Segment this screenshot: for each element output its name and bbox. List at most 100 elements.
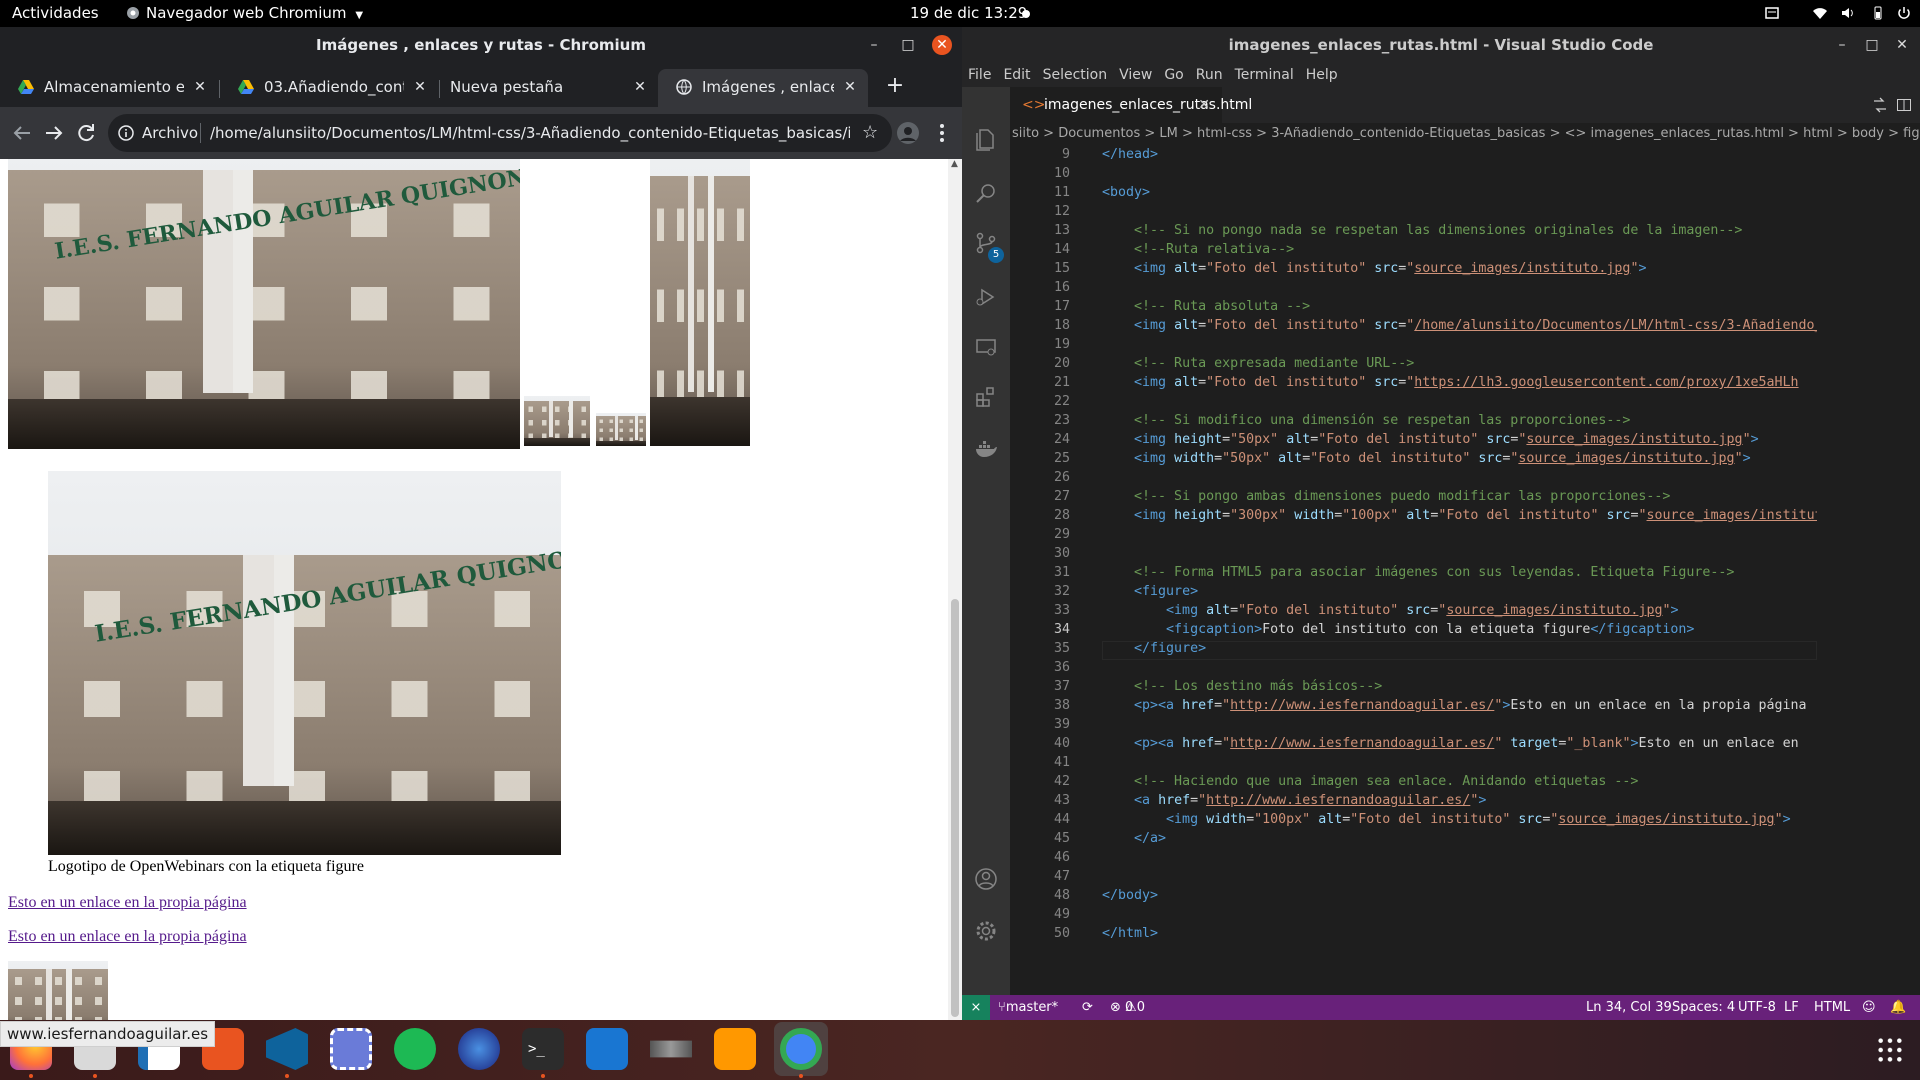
line-ending[interactable]: LF xyxy=(1784,995,1799,1020)
code-editor[interactable]: 9 </head> 10 11 <body> 12 13 <!-- Si no pongo … xyxy=(1010,145,1920,995)
vscode-title-bar[interactable]: imagenes_enlaces_rutas.html - Visual Stu… xyxy=(962,27,1920,63)
maximize-button[interactable]: □ xyxy=(898,35,918,55)
menu-run[interactable]: Run xyxy=(1190,63,1229,87)
run-debug-icon[interactable] xyxy=(974,285,998,309)
monitor-icon[interactable] xyxy=(586,1028,628,1070)
menu-help[interactable]: Help xyxy=(1300,63,1344,87)
menu-terminal[interactable]: Terminal xyxy=(1229,63,1300,87)
code-token: <!-- Si modifico una dimensión se respet… xyxy=(1134,413,1631,428)
code-token: Foto del instituto con la etiqueta figur… xyxy=(1262,622,1591,637)
sublime-icon[interactable] xyxy=(714,1028,756,1070)
menu-view[interactable]: View xyxy=(1113,63,1158,87)
show-applications-icon[interactable] xyxy=(1876,1036,1904,1064)
tab-imagenes-enlaces[interactable]: Imágenes , enlaces y r ✕ xyxy=(658,69,868,107)
browser-icon[interactable] xyxy=(458,1028,500,1070)
open-changes-icon[interactable] xyxy=(1872,97,1888,113)
vym-icon[interactable] xyxy=(650,1040,692,1058)
tab-nueva-pestana[interactable]: Nueva pestaña ✕ xyxy=(440,69,658,107)
tab-anadiendo[interactable]: 03.Añadiendo_conten ✕ xyxy=(220,69,438,107)
minimap[interactable] xyxy=(1868,145,1908,265)
menu-edit[interactable]: Edit xyxy=(997,63,1036,87)
terminal-icon[interactable]: >_ xyxy=(522,1028,564,1070)
breadcrumb[interactable]: siito > Documentos > LM > html-css > 3-A… xyxy=(1010,123,1920,145)
notifications-bell-icon[interactable]: 🔔 xyxy=(1890,995,1906,1020)
language-mode[interactable]: HTML xyxy=(1814,995,1850,1020)
cursor-position[interactable]: Ln 34, Col 39 xyxy=(1586,995,1672,1020)
close-tab-icon[interactable]: ✕ xyxy=(842,69,858,105)
address-bar[interactable]: Archivo /home/alunsiito/Documentos/LM/ht… xyxy=(108,114,892,152)
chromium-title-bar[interactable]: Imágenes , enlaces y rutas - Chromium xyxy=(0,27,962,63)
code-token: <img xyxy=(1134,508,1175,523)
close-tab-icon[interactable]: ✕ xyxy=(632,69,648,105)
back-icon[interactable] xyxy=(10,121,34,145)
sync-icon[interactable]: ⟳ xyxy=(1082,995,1093,1020)
new-tab-link[interactable]: Esto en un enlace en la propia página xyxy=(8,928,247,946)
page-scrollbar[interactable]: ▲ ▼ xyxy=(948,159,962,1047)
code-token: > xyxy=(1750,432,1759,447)
wifi-icon[interactable] xyxy=(1812,5,1828,21)
line-number: 29 xyxy=(1053,527,1070,542)
code-token: https://lh3.googleusercontent.com/proxy/… xyxy=(1414,375,1799,390)
indentation[interactable]: Spaces: 4 xyxy=(1672,995,1735,1020)
code-token: src xyxy=(1374,261,1399,276)
line-number: 11 xyxy=(1053,185,1070,200)
remote-indicator-icon[interactable]: ⨯ xyxy=(962,995,990,1020)
encoding[interactable]: UTF-8 xyxy=(1738,995,1776,1020)
chromium-icon[interactable] xyxy=(780,1028,822,1070)
new-tab-button[interactable]: + xyxy=(880,71,910,101)
close-tab-icon[interactable]: ✕ xyxy=(192,69,208,105)
feedback-icon[interactable]: ☺ xyxy=(1862,995,1876,1020)
minimize-button[interactable]: – xyxy=(864,35,884,55)
battery-icon[interactable] xyxy=(1870,5,1886,21)
notification-dot-icon xyxy=(1022,10,1030,18)
explorer-icon[interactable] xyxy=(974,127,998,151)
volume-icon[interactable] xyxy=(1840,5,1856,21)
settings-gear-icon[interactable] xyxy=(974,919,998,943)
editor-tab-active[interactable]: <> imagenes_enlaces_rutas.html ✕ xyxy=(1010,87,1252,123)
screenshot-icon[interactable] xyxy=(330,1028,372,1070)
close-window-button[interactable]: ✕ xyxy=(1892,35,1912,55)
app-menu[interactable]: Navegador web Chromium ▼ xyxy=(126,0,363,27)
more-menu-icon[interactable] xyxy=(930,121,954,145)
close-window-button[interactable]: ✕ xyxy=(932,35,952,55)
indicator-icon[interactable] xyxy=(1764,5,1780,21)
profile-avatar-icon[interactable] xyxy=(896,121,920,145)
git-branch[interactable]: ⑂ master* xyxy=(998,995,1058,1020)
activities-button[interactable]: Actividades xyxy=(12,0,99,27)
line-number: 31 xyxy=(1053,565,1070,580)
scrollbar-thumb[interactable] xyxy=(951,599,959,1017)
tab-almacenamiento[interactable]: Almacenamiento en la ✕ xyxy=(0,69,218,107)
code-token: <img xyxy=(1134,432,1175,447)
scroll-up-icon[interactable]: ▲ xyxy=(951,159,958,169)
close-tab-icon[interactable]: ✕ xyxy=(412,69,428,105)
reload-icon[interactable] xyxy=(74,121,98,145)
line-number: 20 xyxy=(1053,356,1070,371)
minimize-button[interactable]: – xyxy=(1832,35,1852,55)
spotify-icon[interactable] xyxy=(394,1028,436,1070)
bookmark-star-icon[interactable]: ☆ xyxy=(862,114,878,152)
info-icon[interactable] xyxy=(118,125,134,141)
extensions-icon[interactable] xyxy=(974,385,998,409)
problems-indicator[interactable]: ⊗ 0 ⚠ 0 xyxy=(1110,995,1145,1020)
code-line: <a href="http://www.iesfernandoaguilar.e… xyxy=(1102,791,1817,810)
close-tab-icon[interactable]: ✕ xyxy=(1198,87,1210,123)
dock: >_ xyxy=(0,1020,1920,1080)
power-menu-icon[interactable] xyxy=(1896,5,1912,21)
menu-go[interactable]: Go xyxy=(1158,63,1189,87)
clock[interactable]: 19 de dic 13:29 xyxy=(910,0,1027,27)
code-line: </body> xyxy=(1102,886,1817,905)
vscode-icon[interactable] xyxy=(266,1028,308,1070)
search-icon[interactable] xyxy=(974,181,998,205)
forward-icon[interactable] xyxy=(42,121,66,145)
menu-selection[interactable]: Selection xyxy=(1037,63,1114,87)
split-editor-icon[interactable] xyxy=(1896,97,1912,113)
maximize-button[interactable]: □ xyxy=(1862,35,1882,55)
accounts-icon[interactable] xyxy=(974,867,998,891)
code-token: = xyxy=(1198,375,1207,390)
docker-icon[interactable] xyxy=(974,437,998,461)
menu-file[interactable]: File xyxy=(962,63,997,87)
same-page-link[interactable]: Esto en un enlace en la propia página xyxy=(8,894,247,912)
remote-explorer-icon[interactable] xyxy=(974,335,998,359)
line-number: 14 xyxy=(1053,242,1070,257)
